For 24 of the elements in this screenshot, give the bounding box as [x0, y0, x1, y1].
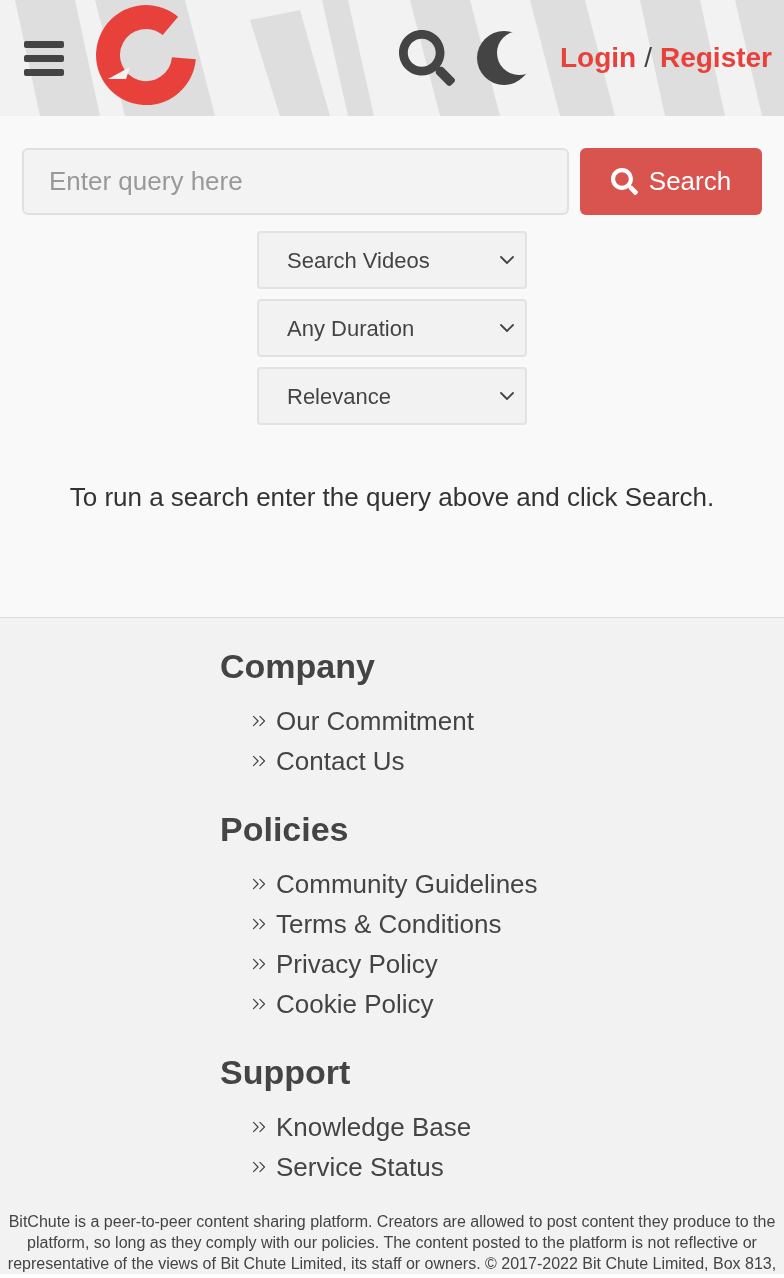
footer-link[interactable]: Privacy Policy	[248, 944, 784, 984]
footer-link[interactable]: Community Guidelines	[248, 864, 784, 904]
footer-heading: Support	[220, 1052, 352, 1093]
logo-icon[interactable]	[96, 5, 196, 105]
footer-link[interactable]: Contact Us	[248, 741, 784, 781]
search-icon[interactable]	[398, 30, 455, 86]
footer-link[interactable]: Service Status	[248, 1147, 784, 1187]
footer-link[interactable]: Cookie Policy	[248, 984, 784, 1024]
filter-dropdown[interactable]: Search Videos	[257, 231, 527, 289]
search-icon	[610, 168, 638, 195]
footer-heading: Company	[220, 646, 376, 687]
search-field[interactable]: Enter query here	[22, 148, 569, 215]
separator-text: /	[644, 41, 652, 75]
search-hint-text: To run a search enter the query above and click Search.	[68, 482, 716, 512]
filter-dropdown[interactable]: Relevance	[257, 367, 527, 425]
footer-link[interactable]: Knowledge Base	[248, 1107, 784, 1147]
search-button[interactable]: Search	[580, 148, 762, 215]
disclaimer-text: BitChute is a peer-to-peer content sharing platform. Creators are allowed to post content they produce to the platform, so long as they comply with our policies. The content posted to the platform is not reflective or representative of the views of Bit Chute Limited, its staff or owners. © 2017-2022 Bit Chute Limited, Box 813,	[6, 1212, 778, 1274]
footer-heading: Policies	[220, 809, 350, 850]
menu-icon[interactable]	[24, 40, 64, 76]
footer-link[interactable]: Terms & Conditions	[248, 904, 784, 944]
filter-dropdown[interactable]: Any Duration	[257, 299, 527, 357]
moon-icon[interactable]	[476, 31, 527, 85]
footer-link[interactable]: Our Commitment	[248, 701, 784, 741]
